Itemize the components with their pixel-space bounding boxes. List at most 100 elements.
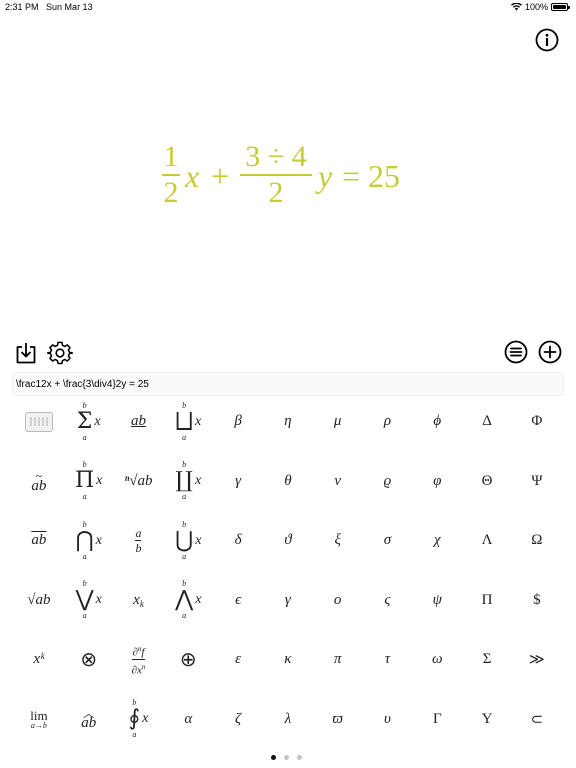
clock-time: 2:31 PM xyxy=(5,2,39,12)
sqrt-key[interactable]: √ab xyxy=(14,571,64,631)
much-greater-key[interactable]: ≫ xyxy=(512,630,562,690)
gamma-alt-key[interactable]: γ xyxy=(263,571,313,631)
bigcup-symbol: b ⋃ a x xyxy=(175,519,202,561)
otimes-key[interactable]: ⊗ xyxy=(64,630,114,690)
pi-key[interactable]: π xyxy=(313,630,363,690)
rho-key[interactable]: ρ xyxy=(363,392,413,452)
sum-symbol: bΣax xyxy=(76,400,101,442)
oplus-key[interactable]: ⊕ xyxy=(163,630,213,690)
widehat-symbol: ︿ ab xyxy=(81,708,97,732)
page-dot[interactable] xyxy=(297,755,302,760)
chi-key[interactable]: χ xyxy=(412,511,462,571)
phi-upper-key[interactable]: Φ xyxy=(512,392,562,452)
page-dot[interactable] xyxy=(271,755,276,760)
varepsilon-key[interactable]: ε xyxy=(213,630,263,690)
omega-key[interactable]: ω xyxy=(412,630,462,690)
list-circle-icon xyxy=(504,340,528,364)
varsigma-key[interactable]: ς xyxy=(363,571,413,631)
eta-key[interactable]: η xyxy=(263,392,313,452)
gamma-upper-key[interactable]: Γ xyxy=(412,690,462,750)
bigsqcup-symbol: b ⨆ a x xyxy=(175,400,202,442)
psi-upper-key[interactable]: Ψ xyxy=(512,452,562,512)
status-bar: 2:31 PM Sun Mar 13 100% xyxy=(0,0,576,16)
tau-key[interactable]: τ xyxy=(363,630,413,690)
kappa-key[interactable]: κ xyxy=(263,630,313,690)
frac1-denominator: 2 xyxy=(163,176,179,209)
info-button[interactable] xyxy=(535,28,559,52)
nth-root-key[interactable]: ⁿ√ab xyxy=(114,452,164,512)
bigvee-key[interactable]: b ⋁ a x xyxy=(64,571,114,631)
nu-key[interactable]: ν xyxy=(313,452,363,512)
theta-upper-key[interactable]: Θ xyxy=(462,452,512,512)
varpi-key[interactable]: ϖ xyxy=(313,690,363,750)
info-icon xyxy=(535,28,559,52)
add-button[interactable] xyxy=(537,339,563,365)
pi-upper-key[interactable]: Π xyxy=(462,571,512,631)
underline-key[interactable]: ab xyxy=(114,392,164,452)
settings-button[interactable] xyxy=(46,339,74,367)
sigma-key[interactable]: σ xyxy=(363,511,413,571)
subscript-key[interactable]: xk xyxy=(114,571,164,631)
battery-percent: 100% xyxy=(524,2,548,12)
bigsqcup-key[interactable]: b ⨆ a x xyxy=(163,392,213,452)
zeta-key[interactable]: ζ xyxy=(213,690,263,750)
partial-derivative-key[interactable]: ∂nf ∂xn xyxy=(114,630,164,690)
beta-key[interactable]: β xyxy=(213,392,263,452)
varphi-key[interactable]: φ xyxy=(412,452,462,512)
omicron-key[interactable]: o xyxy=(313,571,363,631)
delta-upper-key[interactable]: Δ xyxy=(462,392,512,452)
omega-upper-key[interactable]: Ω xyxy=(512,511,562,571)
superscript-key[interactable]: xᵏ xyxy=(14,630,64,690)
limit-key[interactable]: lim a→b xyxy=(14,690,64,750)
save-button[interactable] xyxy=(13,340,39,366)
widehat-key[interactable]: ︿ ab xyxy=(64,690,114,750)
page-indicator[interactable] xyxy=(271,755,302,760)
theta-key[interactable]: θ xyxy=(263,452,313,512)
list-button[interactable] xyxy=(503,339,529,365)
bigvee-symbol: b ⋁ a x xyxy=(75,579,102,621)
bigwedge-key[interactable]: b ⋀ a x xyxy=(163,571,213,631)
lambda-upper-key[interactable]: Λ xyxy=(462,511,512,571)
sum-key[interactable]: bΣax xyxy=(64,392,114,452)
overline-symbol: ab xyxy=(31,532,47,549)
bigcap-key[interactable]: b ⋂ a x xyxy=(64,511,114,571)
plus-sign: + xyxy=(211,158,230,194)
frac2-denominator: 2 xyxy=(268,176,284,209)
vartheta-key[interactable]: ϑ xyxy=(263,511,313,571)
gamma-key[interactable]: γ xyxy=(213,452,263,512)
epsilon-key[interactable]: ϵ xyxy=(213,571,263,631)
prod-key[interactable]: bΠax xyxy=(64,452,114,512)
subset-key[interactable]: ⊂ xyxy=(512,690,562,750)
phi-key[interactable]: ϕ xyxy=(412,392,462,452)
varrho-key[interactable]: ϱ xyxy=(363,452,413,512)
psi-key[interactable]: ψ xyxy=(412,571,462,631)
keyboard-toggle-key[interactable] xyxy=(14,392,64,452)
underline-symbol: ab xyxy=(130,413,146,430)
alpha-key[interactable]: α xyxy=(163,690,213,750)
mu-key[interactable]: μ xyxy=(313,392,363,452)
equals-rhs: = 25 xyxy=(342,158,401,194)
coprod-symbol: b ∐ a x xyxy=(175,460,202,502)
xi-key[interactable]: ξ xyxy=(313,511,363,571)
wifi-icon xyxy=(510,3,522,11)
sigma-upper-key[interactable]: Σ xyxy=(462,630,512,690)
bigcup-key[interactable]: b ⋃ a x xyxy=(163,511,213,571)
frac1-numerator: 1 xyxy=(163,140,179,173)
delta-key[interactable]: δ xyxy=(213,511,263,571)
overline-key[interactable]: ab xyxy=(14,511,64,571)
dollar-key[interactable]: $ xyxy=(512,571,562,631)
status-right: 100% xyxy=(510,2,570,12)
battery-icon xyxy=(551,3,570,11)
page-dot[interactable] xyxy=(284,755,289,760)
save-download-icon xyxy=(16,343,36,364)
fraction-key[interactable]: ab xyxy=(114,511,164,571)
lambda-key[interactable]: λ xyxy=(263,690,313,750)
contour-integral-key[interactable]: b ∮ a x xyxy=(114,690,164,750)
coprod-key[interactable]: b ∐ a x xyxy=(163,452,213,512)
widetilde-key[interactable]: ~ ab xyxy=(14,452,64,512)
upsilon-key[interactable]: υ xyxy=(363,690,413,750)
bigwedge-symbol: b ⋀ a x xyxy=(175,579,202,621)
symbol-keyboard: bΣax ab b ⨆ a x β η μ ρ ϕ Δ Φ ~ ab bΠax ⁿ√ab… xyxy=(14,392,563,749)
partial-derivative-symbol: ∂nf ∂xn xyxy=(131,644,146,677)
upsilon-upper-key[interactable]: Υ xyxy=(462,690,512,750)
